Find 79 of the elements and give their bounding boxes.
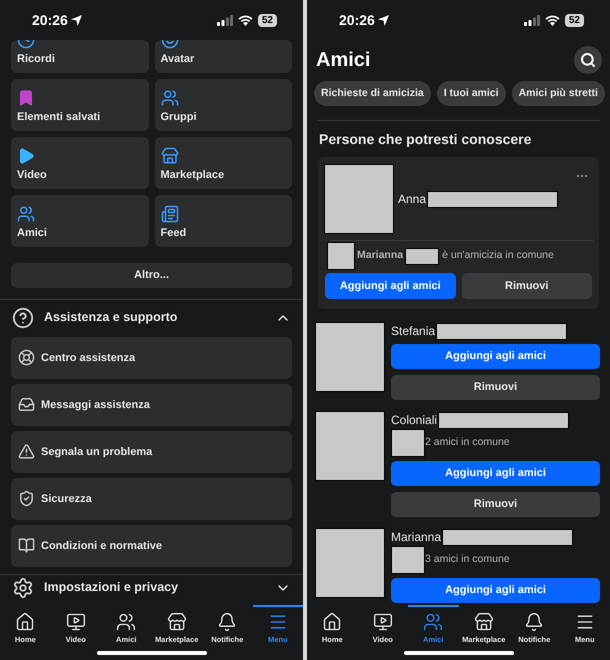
shortcut-tile[interactable]: Amici xyxy=(11,195,148,247)
shortcut-tile[interactable]: Elementi salvati xyxy=(11,79,148,131)
avatar-placeholder xyxy=(315,528,385,598)
mutual-friends-count: 2 amici in comune xyxy=(425,435,510,450)
add-friend-button[interactable]: Aggiungi agli amici xyxy=(325,273,456,299)
feed-icon xyxy=(160,205,178,223)
shortcut-tile[interactable]: Gruppi xyxy=(154,79,292,131)
more-button[interactable]: Altro... xyxy=(11,262,292,288)
battery-indicator: 52 xyxy=(564,14,584,26)
bell-icon xyxy=(524,612,544,632)
lifebuoy-icon xyxy=(18,349,35,366)
location-arrow-icon xyxy=(70,14,82,26)
add-friend-button[interactable]: Aggiungi agli amici xyxy=(391,578,600,603)
search-icon xyxy=(580,52,596,68)
person-name: Coloniali xyxy=(391,412,438,429)
search-button[interactable] xyxy=(574,46,602,74)
filter-chip[interactable]: Amici più stretti xyxy=(512,81,605,106)
remove-button[interactable]: Rimuovi xyxy=(391,492,600,517)
support-link[interactable]: Condizioni e normative xyxy=(11,524,292,567)
wifi-icon xyxy=(238,14,253,26)
people-icon xyxy=(17,205,35,223)
mutual-friend-text: è un'amicizia in comune xyxy=(442,248,554,264)
avatar-placeholder xyxy=(391,429,425,457)
video-icon xyxy=(66,612,86,632)
battery-indicator: 52 xyxy=(258,14,277,26)
avatar-placeholder xyxy=(324,164,394,234)
signal-icon xyxy=(216,14,233,26)
video-icon xyxy=(372,612,393,632)
location-arrow-icon xyxy=(378,14,389,26)
gear-icon xyxy=(12,576,34,599)
support-link[interactable]: Messaggi assistenza xyxy=(11,384,292,426)
avatar-placeholder xyxy=(327,242,355,270)
remove-button[interactable]: Rimuovi xyxy=(391,375,600,400)
store-icon xyxy=(166,612,187,632)
home-icon xyxy=(322,612,342,632)
person-name: Stefania xyxy=(391,323,436,340)
shortcut-tile[interactable]: Marketplace xyxy=(154,137,292,189)
bookmark-icon xyxy=(17,89,35,107)
filter-chip[interactable]: I tuoi amici xyxy=(436,81,506,106)
support-link[interactable]: Sicurezza xyxy=(11,478,292,520)
shortcut-tile[interactable]: Ricordi xyxy=(11,40,148,73)
clock-time: 20:26 xyxy=(32,10,68,30)
page-title: Amici xyxy=(316,48,370,73)
store-icon xyxy=(474,612,494,632)
bell-icon xyxy=(217,612,238,632)
shield-icon xyxy=(18,490,35,508)
home-icon xyxy=(15,612,36,632)
section-title: Persone che potresti conoscere xyxy=(318,130,532,149)
section-header[interactable]: Impostazioni e privacy xyxy=(0,574,303,601)
support-link[interactable]: Segnala un problema xyxy=(11,430,292,473)
book-icon xyxy=(18,537,35,554)
add-friend-button[interactable]: Aggiungi agli amici xyxy=(391,344,600,369)
help-icon xyxy=(12,306,34,329)
avatar-placeholder xyxy=(391,546,425,574)
person-name: Anna xyxy=(398,191,426,208)
warning-icon xyxy=(18,443,35,460)
support-link[interactable]: Centro assistenza xyxy=(11,336,292,379)
section-header[interactable]: Assistenza e supporto xyxy=(0,300,303,336)
remove-button[interactable]: Rimuovi xyxy=(462,273,592,299)
signal-icon xyxy=(524,14,540,26)
shortcut-tile[interactable]: Feed xyxy=(154,195,292,247)
store-icon xyxy=(160,147,178,165)
avatar-placeholder xyxy=(315,411,385,481)
mutual-friends-count: 3 amici in comune xyxy=(425,552,510,568)
avatar-placeholder xyxy=(315,322,385,392)
inbox-icon xyxy=(18,396,35,414)
filter-chip[interactable]: Richieste di amicizia xyxy=(314,81,431,106)
add-friend-button[interactable]: Aggiungi agli amici xyxy=(391,461,600,486)
mutual-friend-name: Marianna xyxy=(357,248,404,264)
people-icon xyxy=(116,612,136,632)
shortcut-tile[interactable]: Avatar xyxy=(154,40,292,73)
group-icon xyxy=(160,89,178,107)
person-name: Marianna xyxy=(391,529,442,546)
shortcut-tile[interactable]: Video xyxy=(11,137,148,189)
wifi-icon xyxy=(544,14,560,26)
people-icon xyxy=(423,612,444,632)
play-icon xyxy=(17,147,35,165)
clock-time: 20:26 xyxy=(339,10,375,30)
redaction-block xyxy=(405,248,440,264)
